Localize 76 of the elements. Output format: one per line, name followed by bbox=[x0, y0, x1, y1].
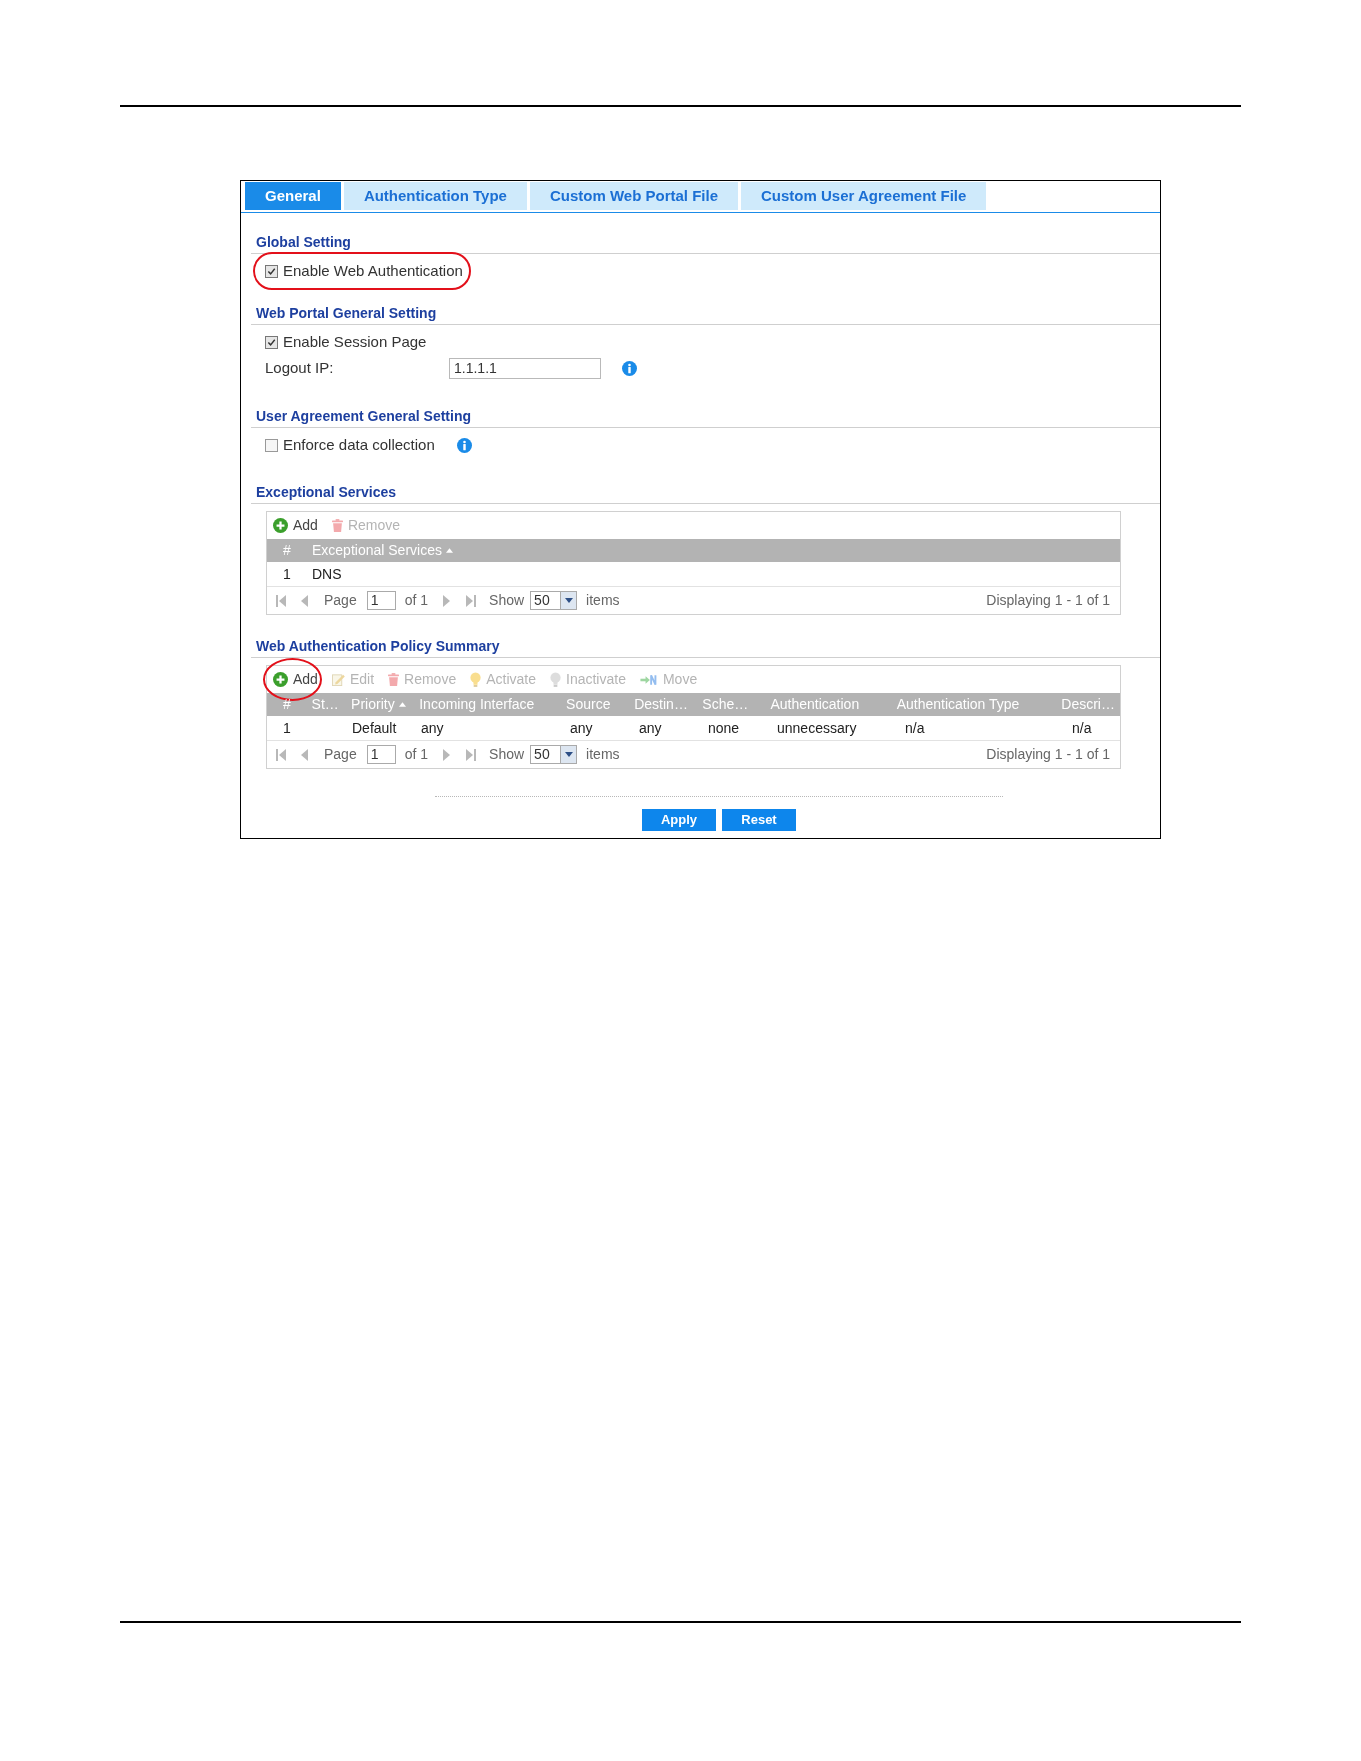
page-count: of 1 bbox=[404, 745, 429, 764]
table-cell-text: DNS bbox=[312, 564, 342, 584]
column-header[interactable]: Sche… bbox=[702, 694, 749, 715]
table-cell-text: any bbox=[421, 718, 444, 738]
table-cell-text: n/a bbox=[1072, 718, 1092, 738]
last-page-icon[interactable] bbox=[466, 594, 477, 607]
caret-icon bbox=[564, 598, 573, 603]
pager-label: Show bbox=[489, 745, 525, 764]
table-cell-text: any bbox=[570, 718, 593, 738]
page-size-select[interactable]: 50 bbox=[530, 591, 578, 610]
pager-label: Show bbox=[489, 591, 525, 610]
table-cell-text: Default bbox=[352, 718, 397, 738]
previous-page-icon[interactable] bbox=[301, 594, 308, 607]
pager-label: Page bbox=[324, 591, 357, 610]
checkbox-label: Enable Web Authentication bbox=[283, 260, 463, 281]
pencil-icon bbox=[331, 673, 345, 686]
display-summary: Displaying 1 - 1 of 1 bbox=[986, 591, 1110, 610]
next-page-icon[interactable] bbox=[443, 594, 451, 607]
checkbox[interactable] bbox=[265, 438, 278, 452]
add-button[interactable]: Add bbox=[273, 669, 318, 690]
tab[interactable]: Authentication Type bbox=[343, 182, 527, 210]
table-cell-text: 1 bbox=[283, 718, 291, 738]
apply-button[interactable]: Apply bbox=[642, 809, 716, 831]
tab[interactable]: General bbox=[245, 182, 341, 210]
page-field[interactable]: 1 bbox=[366, 745, 396, 764]
tab[interactable]: Custom User Agreement File bbox=[741, 182, 987, 210]
light-bulb-icon bbox=[550, 672, 561, 687]
checkbox-label: Enable Session Page bbox=[283, 331, 427, 352]
column-header[interactable]: Destin… bbox=[634, 694, 688, 715]
text-field[interactable]: 1.1.1.1 bbox=[449, 358, 601, 379]
checkbox[interactable] bbox=[265, 335, 278, 349]
column-header[interactable]: Authentication bbox=[770, 694, 860, 715]
checkbox-label: Enforce data collection bbox=[283, 434, 435, 455]
previous-page-icon[interactable] bbox=[301, 748, 308, 761]
column-header[interactable]: Descri… bbox=[1061, 694, 1115, 715]
section-heading: Web Portal General Setting bbox=[256, 305, 437, 321]
table-cell-text: 1 bbox=[283, 564, 291, 584]
trash-icon bbox=[388, 673, 400, 686]
plus-icon bbox=[273, 672, 288, 687]
page-count: of 1 bbox=[404, 591, 429, 610]
table-cell-text: n/a bbox=[905, 718, 925, 738]
display-summary: Displaying 1 - 1 of 1 bbox=[986, 745, 1110, 764]
pager-label: items bbox=[586, 591, 620, 610]
column-header[interactable]: Exceptional Services bbox=[312, 540, 442, 561]
light-bulb-icon bbox=[470, 672, 482, 687]
column-header[interactable]: St… bbox=[311, 694, 339, 715]
caret-icon bbox=[564, 752, 573, 757]
page-size-select[interactable]: 50 bbox=[530, 745, 578, 764]
section-heading: Exceptional Services bbox=[256, 484, 397, 500]
section-heading: User Agreement General Setting bbox=[256, 408, 471, 424]
reset-button[interactable]: Reset bbox=[722, 809, 796, 831]
pager-label: Page bbox=[324, 745, 357, 764]
column-header[interactable]: # bbox=[283, 540, 291, 561]
table-cell-text: unnecessary bbox=[777, 718, 857, 738]
field-label: Logout IP: bbox=[265, 358, 335, 379]
arrow-icon bbox=[639, 673, 658, 686]
add-button[interactable]: Add bbox=[273, 515, 318, 536]
pager-label: items bbox=[586, 745, 620, 764]
last-page-icon[interactable] bbox=[466, 748, 477, 761]
column-header[interactable]: Priority bbox=[351, 694, 395, 715]
table-cell-text: none bbox=[708, 718, 740, 738]
trash-icon bbox=[331, 519, 343, 532]
checkbox[interactable] bbox=[265, 264, 278, 278]
column-header[interactable]: Authentication Type bbox=[896, 694, 1020, 715]
column-header[interactable]: Source bbox=[566, 694, 611, 715]
first-page-icon[interactable] bbox=[276, 748, 286, 761]
plus-icon bbox=[273, 518, 288, 533]
column-header[interactable]: Incoming Interface bbox=[419, 694, 535, 715]
page-field[interactable]: 1 bbox=[366, 591, 396, 610]
section-heading: Global Setting bbox=[256, 234, 351, 250]
tab[interactable]: Custom Web Portal File bbox=[529, 182, 738, 210]
next-page-icon[interactable] bbox=[443, 748, 451, 761]
section-heading: Web Authentication Policy Summary bbox=[256, 638, 500, 654]
column-header[interactable]: # bbox=[282, 694, 291, 715]
table-cell-text: any bbox=[639, 718, 662, 738]
first-page-icon[interactable] bbox=[276, 594, 286, 607]
